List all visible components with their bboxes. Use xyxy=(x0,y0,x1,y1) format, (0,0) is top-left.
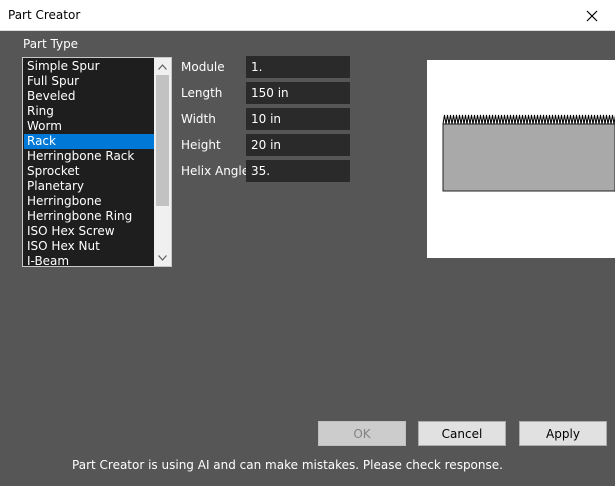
part-type-label: Part Type xyxy=(23,37,79,51)
ai-disclaimer: Part Creator is using AI and can make mi… xyxy=(72,458,503,472)
rack-body xyxy=(442,123,615,192)
ok-button[interactable]: OK xyxy=(318,421,406,446)
list-item[interactable]: Planetary xyxy=(24,179,155,194)
scroll-down-button[interactable] xyxy=(154,249,171,266)
close-icon xyxy=(586,10,598,21)
height-label: Height xyxy=(181,138,221,152)
list-item[interactable]: ISO Hex Nut xyxy=(24,239,155,254)
width-input[interactable] xyxy=(246,108,350,130)
close-button[interactable] xyxy=(569,0,615,31)
list-item[interactable]: ISO Hex Screw xyxy=(24,224,155,239)
rack-teeth xyxy=(442,114,615,125)
list-item[interactable]: I-Beam xyxy=(24,254,155,266)
list-scrollbar[interactable] xyxy=(154,58,171,266)
width-label: Width xyxy=(181,112,216,126)
chevron-up-icon xyxy=(158,63,167,70)
height-input[interactable] xyxy=(246,134,350,156)
list-item[interactable]: Herringbone Ring xyxy=(24,209,155,224)
list-item[interactable]: Simple Spur xyxy=(24,59,155,74)
list-item[interactable]: Sprocket xyxy=(24,164,155,179)
list-item[interactable]: Ring xyxy=(24,104,155,119)
part-preview xyxy=(427,60,615,258)
length-input[interactable] xyxy=(246,82,350,104)
chevron-down-icon xyxy=(158,254,167,261)
list-item[interactable]: Beveled xyxy=(24,89,155,104)
helix-angle-input[interactable] xyxy=(246,160,350,182)
title-bar: Part Creator xyxy=(0,0,615,31)
window-title: Part Creator xyxy=(8,8,81,22)
scroll-up-button[interactable] xyxy=(154,58,171,75)
part-type-listbox[interactable]: Simple Spur Full Spur Beveled Ring Worm Rack H… xyxy=(22,57,172,267)
helix-angle-label: Helix Angle xyxy=(181,164,250,178)
part-type-list: Simple Spur Full Spur Beveled Ring Worm Rack H… xyxy=(24,59,155,266)
cancel-button[interactable]: Cancel xyxy=(418,421,506,446)
list-item[interactable]: Worm xyxy=(24,119,155,134)
module-input[interactable] xyxy=(246,56,350,78)
module-label: Module xyxy=(181,60,225,74)
apply-button[interactable]: Apply xyxy=(519,421,607,446)
list-item[interactable]: Herringbone Rack xyxy=(24,149,155,164)
list-item[interactable]: Rack xyxy=(24,134,155,149)
list-item[interactable]: Herringbone xyxy=(24,194,155,209)
scroll-thumb[interactable] xyxy=(156,75,169,206)
rack-preview-drawing xyxy=(442,114,615,192)
length-label: Length xyxy=(181,86,223,100)
list-item[interactable]: Full Spur xyxy=(24,74,155,89)
